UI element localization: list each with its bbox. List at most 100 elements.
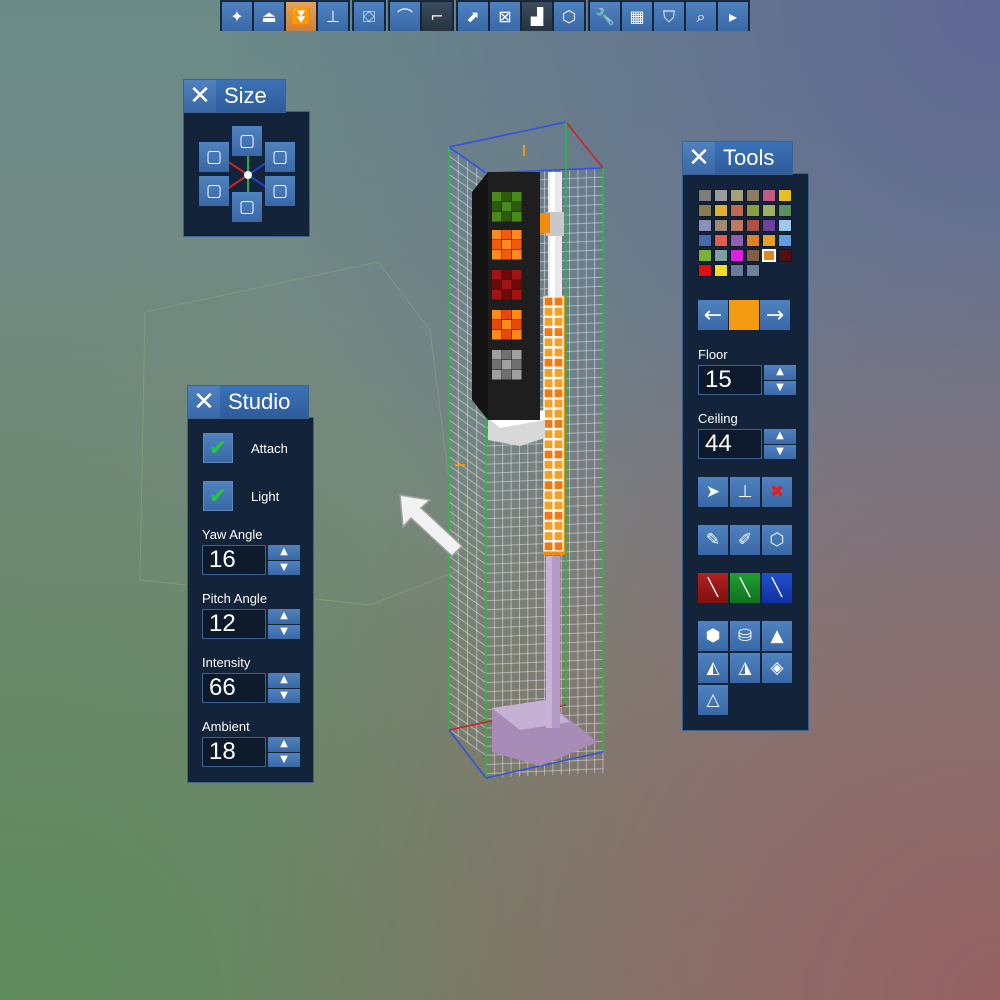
palette-swatch[interactable] (762, 249, 776, 262)
cylinder-shape-icon[interactable]: ⛁ (730, 621, 760, 651)
stairs-icon[interactable]: ⬈ (458, 2, 488, 31)
studio-close-button[interactable]: ✕ (188, 386, 220, 418)
ceiling-input[interactable]: 44 (698, 429, 762, 459)
size-right-top-button[interactable]: ▢ (265, 142, 295, 172)
cube-stack-icon[interactable]: ⛋ (354, 2, 384, 31)
floor-spinner[interactable]: ▲ ▼ (764, 365, 796, 395)
pitch-angle-spinner[interactable]: ▲ ▼ (268, 609, 300, 639)
ramp-down-icon[interactable]: ⌐ (422, 2, 452, 31)
pitch-angle-input[interactable]: 12 (202, 609, 266, 639)
size-left-bottom-button[interactable]: ▢ (199, 176, 229, 206)
palette-swatch[interactable] (714, 189, 728, 202)
play-icon[interactable]: ▸ (718, 2, 748, 31)
brush-tool-button[interactable]: ✎ (698, 525, 728, 555)
ceiling-down-button[interactable]: ▼ (764, 444, 796, 459)
star-icon[interactable]: ✦ (222, 2, 252, 31)
ceiling-up-button[interactable]: ▲ (764, 429, 796, 444)
wire-cube-icon[interactable]: ⬡ (554, 2, 584, 31)
voxel-viewport[interactable] (0, 0, 1000, 1000)
intensity-up-button[interactable]: ▲ (268, 673, 300, 688)
ambient-up-button[interactable]: ▲ (268, 737, 300, 752)
size-left-top-button[interactable]: ▢ (199, 142, 229, 172)
palette-swatch[interactable] (778, 234, 792, 247)
axis-x-button[interactable]: ╲ (698, 573, 728, 603)
diamond-shape-icon[interactable]: ◈ (762, 653, 792, 683)
palette-swatch[interactable] (698, 234, 712, 247)
palette-swatch[interactable] (762, 219, 776, 232)
intensity-down-button[interactable]: ▼ (268, 688, 300, 703)
floor-input[interactable]: 15 (698, 365, 762, 395)
yaw-down-button[interactable]: ▼ (268, 560, 300, 575)
ceiling-spinner[interactable]: ▲ ▼ (764, 429, 796, 459)
delete-block-button[interactable]: ✖ (762, 477, 792, 507)
palette-swatch[interactable] (730, 189, 744, 202)
ambient-spinner[interactable]: ▲ ▼ (268, 737, 300, 767)
size-up-button[interactable]: ▢ (232, 126, 262, 156)
tools-close-button[interactable]: ✕ (683, 142, 715, 174)
select-cursor-button[interactable]: ➤ (698, 477, 728, 507)
palette-swatch[interactable] (762, 189, 776, 202)
palette-swatch[interactable] (698, 219, 712, 232)
palette-swatch[interactable] (714, 234, 728, 247)
palette-swatch[interactable] (746, 264, 760, 277)
axis-y-button[interactable]: ╲ (730, 573, 760, 603)
intensity-spinner[interactable]: ▲ ▼ (268, 673, 300, 703)
current-color-swatch[interactable] (729, 300, 759, 330)
palette-swatch[interactable] (746, 249, 760, 262)
flatten-icon[interactable]: ⊥ (318, 2, 348, 31)
palette-swatch[interactable] (746, 189, 760, 202)
palette-swatch[interactable] (730, 204, 744, 217)
place-ground-button[interactable]: ⊥ (730, 477, 760, 507)
palette-swatch[interactable] (778, 219, 792, 232)
size-right-bottom-button[interactable]: ▢ (265, 176, 295, 206)
attach-checkbox[interactable]: ✔ (203, 433, 233, 463)
ramp-up-icon[interactable]: ⌒ (390, 2, 420, 31)
palette-swatch[interactable] (778, 189, 792, 202)
ambient-down-button[interactable]: ▼ (268, 752, 300, 767)
palette-swatch[interactable] (778, 204, 792, 217)
floor-down-button[interactable]: ▼ (764, 380, 796, 395)
palette-swatch[interactable] (730, 249, 744, 262)
raise-face-icon[interactable]: ⏏ (254, 2, 284, 31)
intensity-input[interactable]: 66 (202, 673, 266, 703)
lower-face-icon[interactable]: ⏬ (286, 2, 316, 31)
palette-swatch[interactable] (698, 204, 712, 217)
palette-swatch[interactable] (762, 234, 776, 247)
grid-icon[interactable]: ▦ (622, 2, 652, 31)
light-toggle[interactable]: ✔ Light (203, 481, 279, 511)
wedge-shape-icon[interactable]: ◭ (698, 653, 728, 683)
palette-swatch[interactable] (714, 264, 728, 277)
palette-swatch[interactable] (714, 249, 728, 262)
yaw-angle-spinner[interactable]: ▲ ▼ (268, 545, 300, 575)
zoom-icon[interactable]: ⌕ (686, 2, 716, 31)
palette-swatch[interactable] (698, 249, 712, 262)
size-down-button[interactable]: ▢ (232, 192, 262, 222)
palette-swatch[interactable] (762, 204, 776, 217)
palette-swatch[interactable] (746, 204, 760, 217)
cone-shape-icon[interactable]: ▲ (762, 621, 792, 651)
palette-swatch[interactable] (746, 219, 760, 232)
yaw-up-button[interactable]: ▲ (268, 545, 300, 560)
pitch-up-button[interactable]: ▲ (268, 609, 300, 624)
attach-toggle[interactable]: ✔ Attach (203, 433, 288, 463)
palette-swatch[interactable] (778, 249, 792, 262)
paint-bucket-icon[interactable]: ⛉ (654, 2, 684, 31)
cube-shape-icon[interactable]: ⬢ (698, 621, 728, 651)
light-checkbox[interactable]: ✔ (203, 481, 233, 511)
palette-swatch[interactable] (698, 264, 712, 277)
prev-color-button[interactable]: ← (698, 300, 728, 330)
size-close-button[interactable]: ✕ (184, 80, 216, 112)
yaw-angle-input[interactable]: 16 (202, 545, 266, 575)
palette-swatch[interactable] (730, 219, 744, 232)
axis-z-button[interactable]: ╲ (762, 573, 792, 603)
floor-up-button[interactable]: ▲ (764, 365, 796, 380)
palette-swatch[interactable] (698, 189, 712, 202)
palette-swatch[interactable] (714, 219, 728, 232)
palette-swatch[interactable] (730, 264, 744, 277)
palette-swatch[interactable] (730, 234, 744, 247)
pyramid-shape-icon[interactable]: ◮ (730, 653, 760, 683)
cross-stairs-icon[interactable]: ⊠ (490, 2, 520, 31)
wrench-icon[interactable]: 🔧 (590, 2, 620, 31)
palette-swatch[interactable] (746, 234, 760, 247)
triangle-shape-icon[interactable]: △ (698, 685, 728, 715)
